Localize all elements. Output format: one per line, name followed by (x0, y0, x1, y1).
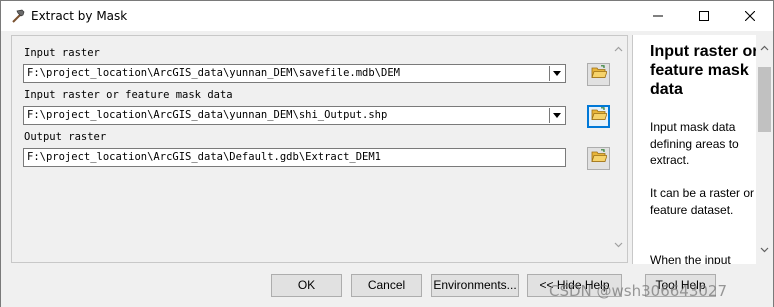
parameters-scrollbar[interactable] (610, 36, 627, 262)
open-folder-icon (590, 149, 608, 168)
maximize-icon (699, 11, 709, 21)
mask-data-dropdown-button[interactable] (549, 108, 564, 123)
extract-by-mask-dialog: Extract by Mask Input raster F:\project_… (0, 0, 774, 307)
mask-data-combobox[interactable]: F:\project_location\ArcGIS_data\yunnan_D… (23, 106, 566, 125)
input-raster-value: F:\project_location\ArcGIS_data\yunnan_D… (27, 67, 400, 79)
help-paragraph: When the input (650, 253, 731, 264)
help-scroll-thumb[interactable] (758, 67, 771, 132)
chevron-down-icon[interactable] (614, 236, 623, 248)
output-raster-label: Output raster (24, 131, 107, 143)
open-folder-icon (590, 107, 608, 126)
minimize-icon (653, 11, 663, 21)
help-paragraph: Input mask data defining areas to extrac… (650, 120, 739, 167)
maximize-button[interactable] (681, 1, 727, 31)
mask-data-browse-button[interactable] (587, 105, 610, 128)
open-folder-icon (590, 65, 608, 84)
chevron-down-icon (553, 113, 561, 118)
environments-button[interactable]: Environments... (431, 274, 519, 297)
cancel-button[interactable]: Cancel (351, 274, 422, 297)
watermark: CSDN @wsh306643027 (549, 282, 728, 300)
chevron-down-icon (553, 71, 561, 76)
output-raster-input[interactable]: F:\project_location\ArcGIS_data\Default.… (23, 148, 566, 167)
title-bar[interactable]: Extract by Mask (1, 1, 773, 31)
help-panel: Input raster or feature mask data Input … (632, 35, 773, 264)
chevron-up-icon[interactable] (760, 40, 769, 51)
hammer-icon (10, 8, 26, 24)
window-title: Extract by Mask (31, 9, 128, 23)
help-paragraph: It can be a raster or feature dataset. (650, 186, 755, 217)
parameters-panel: Input raster F:\project_location\ArcGIS_… (11, 35, 628, 263)
mask-data-label: Input raster or feature mask data (24, 89, 233, 101)
close-icon (745, 11, 755, 21)
close-button[interactable] (727, 1, 773, 31)
help-scrollbar[interactable] (756, 35, 773, 264)
input-raster-browse-button[interactable] (587, 63, 610, 86)
ok-button[interactable]: OK (271, 274, 342, 297)
output-raster-value: F:\project_location\ArcGIS_data\Default.… (27, 151, 382, 163)
help-title: Input raster or feature mask data (650, 43, 759, 98)
chevron-down-icon[interactable] (760, 241, 769, 253)
mask-data-value: F:\project_location\ArcGIS_data\yunnan_D… (27, 109, 388, 121)
chevron-up-icon[interactable] (614, 41, 623, 52)
minimize-button[interactable] (635, 1, 681, 31)
input-raster-dropdown-button[interactable] (549, 66, 564, 81)
output-raster-browse-button[interactable] (587, 147, 610, 170)
input-raster-label: Input raster (24, 47, 100, 59)
input-raster-combobox[interactable]: F:\project_location\ArcGIS_data\yunnan_D… (23, 64, 566, 83)
